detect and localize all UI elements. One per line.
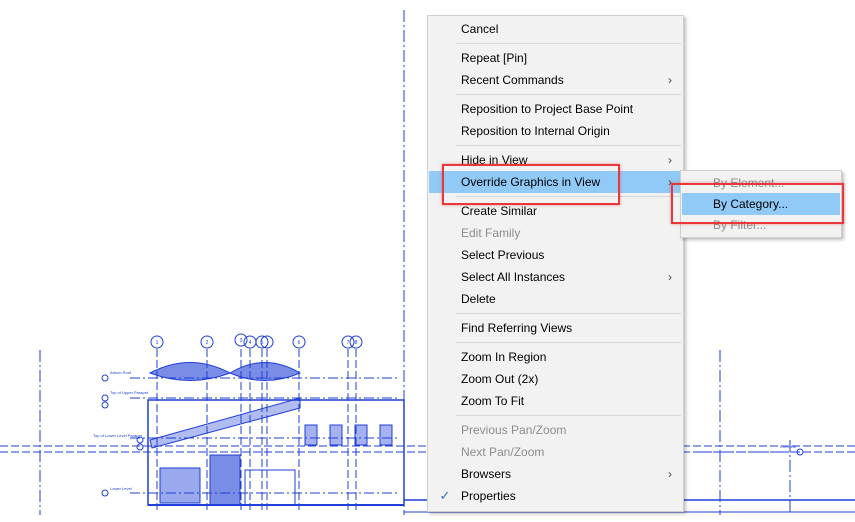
- menu-item-label: Select All Instances: [461, 270, 566, 284]
- callout-box-by-category: [671, 183, 844, 224]
- menu-separator: [456, 94, 681, 95]
- menu-item-zoom-in-region[interactable]: Zoom In Region: [429, 346, 682, 368]
- menu-item-delete[interactable]: Delete: [429, 288, 682, 310]
- menu-item-label: Create Similar: [461, 204, 538, 218]
- menu-item-reposition-internal-origin[interactable]: Reposition to Internal Origin: [429, 120, 682, 142]
- grid-bubble-label: 8: [355, 340, 358, 346]
- menu-item-label: Browsers: [461, 467, 512, 481]
- menu-item-label: Delete: [461, 292, 496, 306]
- menu-item-browsers[interactable]: Browsers ›: [429, 463, 682, 485]
- menu-item-label: Zoom To Fit: [461, 394, 525, 408]
- chevron-right-icon: ›: [668, 270, 672, 284]
- level-label: Top of Lower Level Parapet: [93, 433, 143, 438]
- menu-item-label: Reposition to Project Base Point: [461, 102, 634, 116]
- menu-separator: [456, 415, 681, 416]
- menu-item-previous-pan-zoom[interactable]: Previous Pan/Zoom: [429, 419, 682, 441]
- level-label: Concrete: [780, 444, 797, 449]
- chevron-right-icon: ›: [668, 153, 672, 167]
- menu-separator: [456, 313, 681, 314]
- grid-bubble-label: 3: [240, 338, 243, 344]
- menu-item-select-all-instances[interactable]: Select All Instances ›: [429, 266, 682, 288]
- level-label: Top of Upper Parapet: [110, 390, 149, 395]
- callout-box-override-graphics: [442, 164, 620, 205]
- level-label: Lower Level: [110, 486, 132, 491]
- chevron-right-icon: ›: [668, 73, 672, 87]
- chevron-right-icon: ›: [668, 467, 672, 481]
- checkmark-icon: ✓: [439, 488, 451, 503]
- grid-bubble-label: 2: [206, 340, 209, 346]
- menu-item-label: Next Pan/Zoom: [461, 445, 545, 459]
- menu-item-reposition-base-point[interactable]: Reposition to Project Base Point: [429, 98, 682, 120]
- menu-item-zoom-to-fit[interactable]: Zoom To Fit: [429, 390, 682, 412]
- menu-item-zoom-out[interactable]: Zoom Out (2x): [429, 368, 682, 390]
- context-menu: Cancel Repeat [Pin] Recent Commands › Rep…: [427, 15, 684, 512]
- menu-separator: [456, 342, 681, 343]
- menu-item-properties[interactable]: ✓ Properties: [429, 485, 682, 507]
- menu-item-label: Reposition to Internal Origin: [461, 124, 610, 138]
- menu-separator: [456, 145, 681, 146]
- menu-item-label: Find Referring Views: [461, 321, 573, 335]
- menu-item-label: Properties: [461, 489, 516, 503]
- menu-item-next-pan-zoom[interactable]: Next Pan/Zoom: [429, 441, 682, 463]
- grid-bubble-label: 1: [156, 340, 159, 346]
- menu-item-label: Repeat [Pin]: [461, 51, 528, 65]
- menu-item-select-previous[interactable]: Select Previous: [429, 244, 682, 266]
- menu-item-label: Zoom In Region: [461, 350, 547, 364]
- menu-item-edit-family[interactable]: Edit Family: [429, 222, 682, 244]
- menu-item-label: Recent Commands: [461, 73, 564, 87]
- grid-bubble-label: 7: [347, 340, 350, 346]
- menu-item-recent-commands[interactable]: Recent Commands ›: [429, 69, 682, 91]
- menu-item-label: Cancel: [461, 22, 499, 36]
- menu-separator: [456, 43, 681, 44]
- grid-bubble-label: 4: [249, 340, 252, 346]
- menu-item-repeat[interactable]: Repeat [Pin]: [429, 47, 682, 69]
- level-label: Atrium Roof: [110, 370, 132, 375]
- grid-bubble-label: 6: [298, 340, 301, 346]
- grid-bubble-label: 5: [261, 340, 264, 346]
- menu-item-label: Select Previous: [461, 248, 545, 262]
- menu-item-find-referring-views[interactable]: Find Referring Views: [429, 317, 682, 339]
- menu-item-label: Zoom Out (2x): [461, 372, 539, 386]
- menu-item-cancel[interactable]: Cancel: [429, 18, 682, 40]
- menu-item-label: Edit Family: [461, 226, 521, 240]
- menu-item-label: Previous Pan/Zoom: [461, 423, 567, 437]
